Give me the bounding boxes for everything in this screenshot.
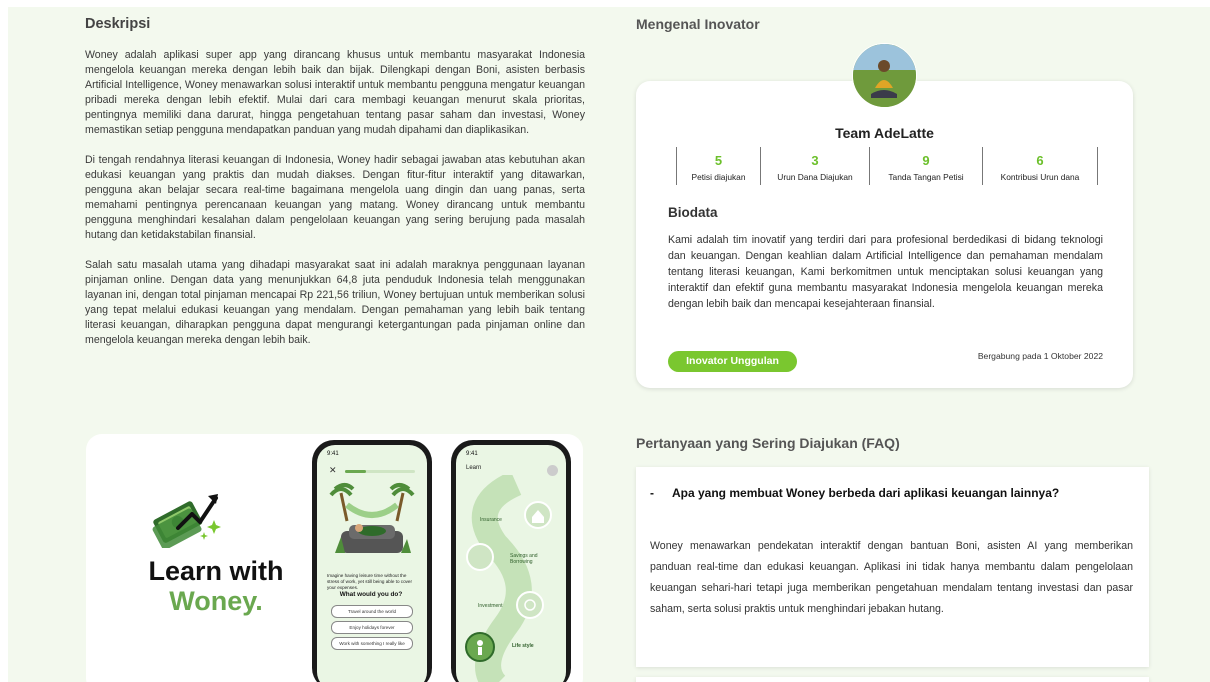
phone-screen-quiz: 9:41 ✕ Imagine having leisure time witho… xyxy=(317,445,427,682)
learning-path-icon xyxy=(465,475,552,682)
stats-row: 5 Petisi diajukan 3 Urun Dana Diajukan 9… xyxy=(676,147,1098,185)
innovator-heading: Mengenal Inovator xyxy=(636,16,760,32)
promo-subtitle: Woney. xyxy=(169,586,263,616)
node-label-investment: Investment xyxy=(478,603,503,609)
faq-heading: Pertanyaan yang Sering Diajukan (FAQ) xyxy=(636,435,900,451)
faq-question-text: Apa yang membuat Woney berbeda dari apli… xyxy=(672,486,1060,500)
description-section: Deskripsi Woney adalah aplikasi super ap… xyxy=(85,16,585,363)
stat-value: 3 xyxy=(811,153,819,168)
collapse-toggle-icon[interactable]: - xyxy=(650,486,672,500)
description-paragraph-3: Salah satu masalah utama yang dihadapi m… xyxy=(85,259,585,346)
stat-label: Urun Dana Diajukan xyxy=(777,172,853,182)
close-icon: ✕ xyxy=(329,465,337,475)
phone-mockup-quiz: 9:41 ✕ Imagine having leisure time witho… xyxy=(312,440,432,682)
faq-question[interactable]: - Apa yang membuat Woney berbeda dari apl… xyxy=(650,486,1059,500)
node-label-insurance: Insurance xyxy=(480,517,502,523)
team-name: Team AdeLatte xyxy=(835,125,934,141)
quiz-option-3[interactable]: Work with something I really like xyxy=(331,637,413,650)
quiz-prompt-text: Imagine having leisure time without the … xyxy=(327,573,413,590)
node-label-savings: Savings and Borrowing xyxy=(510,553,538,565)
phone-status-time: 9:41 xyxy=(327,451,339,457)
featured-innovator-badge: Inovator Unggulan xyxy=(668,351,797,372)
team-avatar xyxy=(852,43,917,108)
innovator-card: Team AdeLatte 5 Petisi diajukan 3 Urun D… xyxy=(636,81,1133,388)
biodata-heading: Biodata xyxy=(668,205,718,220)
stat-value: 6 xyxy=(1036,153,1044,168)
node-label-lifestyle: Life style xyxy=(512,643,534,649)
stat-label: Petisi diajukan xyxy=(691,172,746,182)
promo-banner: Learn with Woney. 9:41 ✕ Imagine having … xyxy=(86,434,583,682)
learn-header: Learn xyxy=(466,465,482,471)
stat-label: Kontribusi Urun dana xyxy=(1000,172,1080,182)
promo-title: Learn with xyxy=(148,556,284,586)
person-photo-icon xyxy=(853,44,916,107)
stat-crowdfunding: 3 Urun Dana Diajukan xyxy=(760,147,869,185)
hammock-illustration-icon xyxy=(329,483,415,553)
quiz-progress-bar xyxy=(345,470,415,473)
page-background: Deskripsi Woney adalah aplikasi super ap… xyxy=(8,7,1210,682)
phone-status-time: 9:41 xyxy=(466,451,478,457)
faq-item-next[interactable] xyxy=(636,677,1149,682)
stat-label: Tanda Tangan Petisi xyxy=(888,172,964,182)
quiz-option-2[interactable]: Enjoy holidays forever xyxy=(331,621,413,634)
description-paragraph-1: Woney adalah aplikasi super app yang dir… xyxy=(85,49,585,136)
stat-value: 9 xyxy=(922,153,930,168)
quiz-question: What would you do? xyxy=(339,591,403,598)
stat-value: 5 xyxy=(714,153,723,168)
phone-screen-learn: 9:41 Learn Insurance Savings and Borrowi… xyxy=(456,445,566,682)
stat-petitions: 5 Petisi diajukan xyxy=(676,147,760,185)
biodata-text: Kami adalah tim inovatif yang terdiri da… xyxy=(668,234,1103,310)
stat-contributions: 6 Kontribusi Urun dana xyxy=(982,147,1098,185)
money-growth-logo-icon xyxy=(152,494,221,548)
joined-date: Bergabung pada 1 Oktober 2022 xyxy=(977,351,1103,361)
description-heading: Deskripsi xyxy=(85,16,151,32)
faq-answer: Woney menawarkan pendekatan interaktif d… xyxy=(650,540,1133,615)
description-paragraph-2: Di tengah rendahnya literasi keuangan di… xyxy=(85,154,585,241)
phone-mockup-learn: 9:41 Learn Insurance Savings and Borrowi… xyxy=(451,440,571,682)
stat-signatures: 9 Tanda Tangan Petisi xyxy=(869,147,982,185)
faq-item[interactable]: - Apa yang membuat Woney berbeda dari apl… xyxy=(636,467,1149,667)
quiz-option-1[interactable]: Travel around the world xyxy=(331,605,413,618)
